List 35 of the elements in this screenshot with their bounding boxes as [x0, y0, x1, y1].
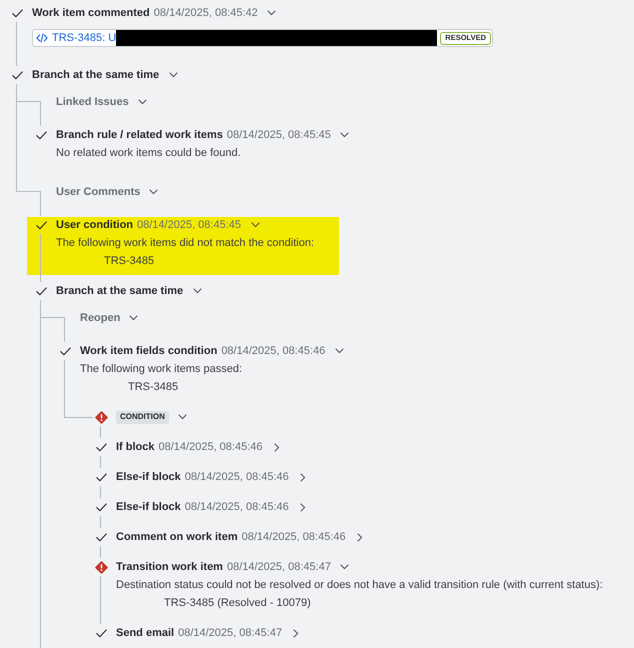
work-item-key: TRS-3485	[104, 252, 154, 270]
work-item-link[interactable]: TRS-3485: U	[33, 30, 116, 46]
timestamp: 08/14/2025, 08:45:45	[137, 218, 241, 233]
timestamp: 08/14/2025, 08:45:45	[226, 128, 331, 143]
step-title: Branch rule / related work items	[56, 128, 223, 143]
step-title: Comment on work item	[116, 530, 238, 545]
step-title: Branch at the same time	[56, 284, 184, 299]
work-item-key: TRS-3485 (Resolved - 10079)	[164, 594, 311, 612]
step-title: Branch at the same time	[32, 68, 160, 83]
step-title: Send email	[116, 626, 174, 641]
timestamp: 08/14/2025, 08:45:47	[178, 626, 282, 641]
timestamp: 08/14/2025, 08:45:46	[184, 500, 289, 515]
timestamp: 08/14/2025, 08:45:46	[242, 530, 346, 545]
condition-badge: CONDITION	[116, 410, 169, 424]
step-title: Work item commented	[32, 6, 150, 21]
branch-toggle[interactable]: Reopen	[80, 309, 138, 327]
step-message: No related work items could be found.	[56, 146, 241, 161]
step-title: Work item fields condition	[80, 344, 218, 359]
timestamp: 08/14/2025, 08:45:46	[158, 440, 262, 455]
step-title: Else-if block	[116, 500, 181, 515]
step-message: Destination status could not be resolved or does not have a valid transition rule (with current status):	[116, 578, 603, 593]
step-title: User condition	[56, 218, 134, 233]
step-message: The following work items did not match the condition:	[56, 236, 314, 251]
timestamp: 08/14/2025, 08:45:46	[221, 344, 326, 359]
step-title: Else-if block	[116, 470, 181, 485]
work-item-key: TRS-3485	[128, 378, 178, 396]
timestamp: 08/14/2025, 08:45:46	[184, 470, 289, 485]
code-icon	[36, 33, 48, 43]
branch-toggle[interactable]: User Comments	[56, 183, 158, 201]
timestamp: 08/14/2025, 08:45:42	[154, 6, 258, 21]
timestamp: 08/14/2025, 08:45:47	[226, 560, 331, 575]
step-message: The following work items passed:	[80, 362, 242, 377]
step-title: Transition work item	[116, 560, 223, 575]
branch-toggle[interactable]: Linked Issues	[56, 93, 147, 111]
step-title: If block	[116, 440, 155, 455]
